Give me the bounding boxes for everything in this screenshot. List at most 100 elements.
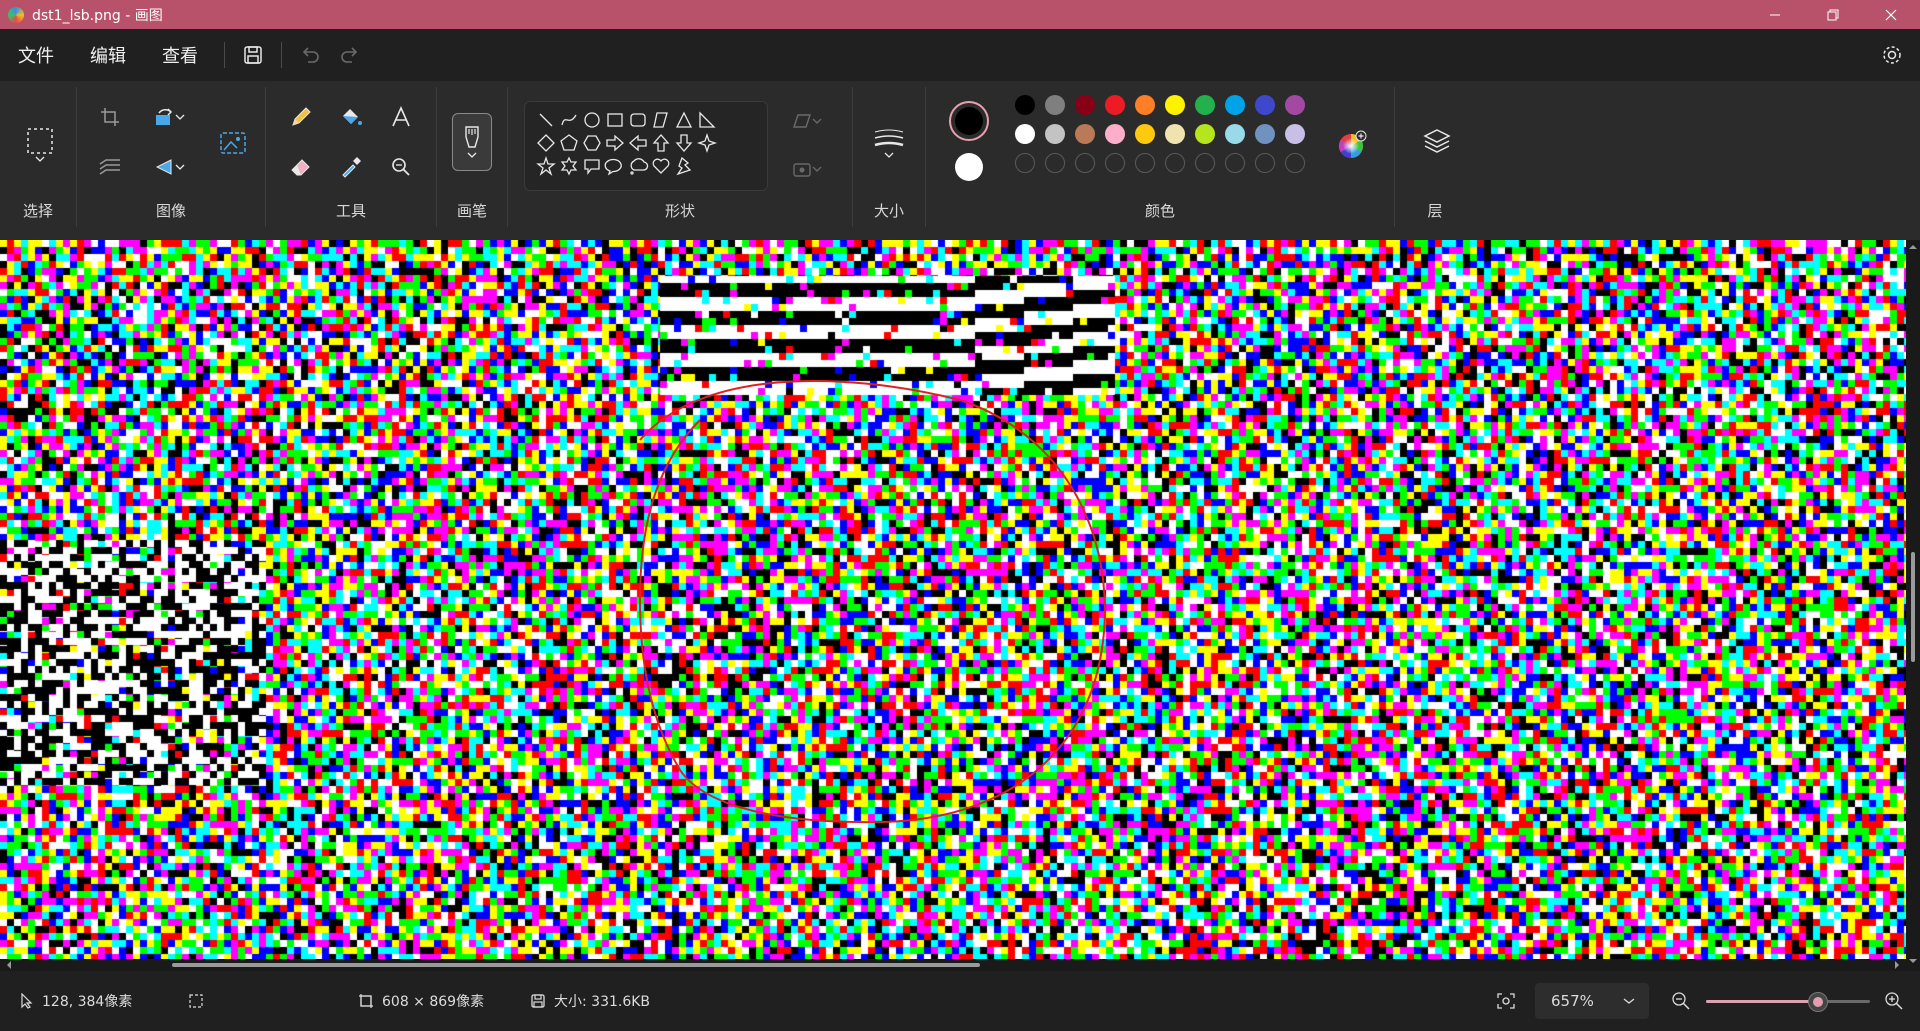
eraser-button[interactable] — [283, 149, 319, 185]
palette-swatch[interactable] — [1195, 124, 1215, 144]
fill-button[interactable] — [333, 99, 369, 135]
zoom-slider-knob[interactable] — [1808, 992, 1828, 1012]
size-button[interactable] — [867, 115, 911, 171]
palette-swatch[interactable] — [1255, 95, 1275, 115]
cloud-callout-shape-icon[interactable] — [630, 158, 649, 175]
palette-swatch[interactable] — [1165, 95, 1185, 115]
custom-color-slot[interactable] — [1195, 153, 1215, 173]
close-button[interactable] — [1862, 0, 1920, 29]
pencil-button[interactable] — [283, 99, 319, 135]
shape-outline-button[interactable] — [783, 103, 831, 139]
text-button[interactable] — [383, 99, 419, 135]
color-picker-button[interactable] — [333, 149, 369, 185]
palette-swatch[interactable] — [1225, 95, 1245, 115]
custom-color-slot[interactable] — [1135, 153, 1155, 173]
palette-swatch[interactable] — [1105, 124, 1125, 144]
left-arrow-shape-icon[interactable] — [629, 134, 647, 152]
palette-swatch[interactable] — [1015, 124, 1035, 144]
custom-color-slot[interactable] — [1225, 153, 1245, 173]
diamond-shape-icon[interactable] — [537, 134, 555, 152]
palette-swatch[interactable] — [1285, 124, 1305, 144]
image-background-button[interactable] — [213, 123, 253, 163]
six-point-star-shape-icon[interactable] — [560, 156, 578, 176]
menu-file[interactable]: 文件 — [0, 35, 72, 75]
settings-button[interactable] — [1872, 35, 1912, 75]
palette-swatch[interactable] — [1135, 124, 1155, 144]
rect-callout-shape-icon[interactable] — [584, 159, 600, 175]
canvas-viewport[interactable] — [0, 240, 1920, 971]
chevron-down-icon — [812, 166, 822, 172]
shape-fill-button[interactable] — [783, 151, 831, 187]
zoom-slider[interactable] — [1706, 992, 1870, 1012]
paint-app-window: dst1_lsb.png - 画图 文件 编辑 查看 选择 图像 工具 画笔 形… — [0, 0, 1920, 1031]
custom-color-slot[interactable] — [1015, 153, 1035, 173]
curve-shape-icon[interactable] — [561, 114, 577, 126]
custom-color-slot[interactable] — [1105, 153, 1125, 173]
redo-button[interactable] — [330, 35, 370, 75]
flip-button[interactable] — [145, 149, 193, 185]
horizontal-scroll-thumb[interactable] — [172, 963, 980, 967]
hexagon-shape-icon[interactable] — [583, 135, 601, 151]
rectangle-shape-icon[interactable] — [607, 113, 623, 127]
lightning-shape-icon[interactable] — [676, 156, 692, 176]
palette-swatch[interactable] — [1045, 95, 1065, 115]
selection-size — [188, 989, 204, 1013]
heart-shape-icon[interactable] — [652, 158, 670, 174]
rounded-rect-shape-icon[interactable] — [630, 113, 646, 127]
custom-color-slot[interactable] — [1165, 153, 1185, 173]
menu-view[interactable]: 查看 — [144, 35, 216, 75]
oval-shape-icon[interactable] — [584, 112, 600, 128]
four-point-star-shape-icon[interactable] — [696, 132, 718, 154]
crop-button[interactable] — [92, 99, 128, 135]
edit-colors-button[interactable] — [1332, 125, 1372, 165]
triangle-shape-icon[interactable] — [675, 111, 693, 128]
vertical-scroll-thumb[interactable] — [1911, 552, 1915, 662]
zoom-out-button[interactable] — [1671, 989, 1691, 1013]
magnifier-button[interactable] — [383, 149, 419, 185]
rotate-button[interactable] — [145, 99, 193, 135]
secondary-color[interactable] — [955, 153, 983, 181]
line-shape-icon[interactable] — [539, 113, 553, 127]
right-arrow-shape-icon[interactable] — [606, 134, 624, 152]
primary-color-ring[interactable] — [949, 101, 989, 141]
horizontal-scrollbar[interactable] — [0, 959, 1906, 971]
custom-color-slot[interactable] — [1075, 153, 1095, 173]
palette-swatch[interactable] — [1135, 95, 1155, 115]
brush-button[interactable] — [452, 113, 492, 171]
palette-swatch[interactable] — [1075, 95, 1095, 115]
custom-color-slot[interactable] — [1045, 153, 1065, 173]
undo-button[interactable] — [290, 35, 330, 75]
custom-color-slot[interactable] — [1255, 153, 1275, 173]
selection-tool-button[interactable] — [20, 117, 60, 173]
palette-swatch[interactable] — [1255, 124, 1275, 144]
pentagon-shape-icon[interactable] — [560, 134, 578, 151]
palette-swatch[interactable] — [1195, 95, 1215, 115]
menu-edit[interactable]: 编辑 — [72, 35, 144, 75]
palette-swatch[interactable] — [1015, 95, 1035, 115]
minimize-button[interactable] — [1746, 0, 1804, 29]
zoom-level-dropdown[interactable]: 657% — [1535, 983, 1649, 1019]
palette-swatch[interactable] — [1165, 124, 1185, 144]
image-canvas[interactable] — [0, 240, 1906, 968]
custom-color-slot[interactable] — [1285, 153, 1305, 173]
down-arrow-shape-icon[interactable] — [675, 134, 693, 152]
layers-button[interactable] — [1419, 123, 1455, 159]
right-triangle-shape-icon[interactable] — [699, 111, 716, 128]
polygon-shape-icon[interactable] — [653, 112, 668, 128]
restore-button[interactable] — [1804, 0, 1862, 29]
palette-swatch[interactable] — [1225, 124, 1245, 144]
ribbon-toolbar: 选择 图像 工具 画笔 形状 大小 颜色 层 — [0, 81, 1920, 240]
palette-swatch[interactable] — [1045, 124, 1065, 144]
resize-button[interactable] — [92, 149, 128, 185]
oval-callout-shape-icon[interactable] — [604, 158, 622, 176]
palette-swatch[interactable] — [1105, 95, 1125, 115]
five-point-star-shape-icon[interactable] — [536, 155, 556, 176]
palette-swatch[interactable] — [1285, 95, 1305, 115]
save-button[interactable] — [233, 35, 273, 75]
vertical-scrollbar[interactable] — [1906, 240, 1920, 968]
zoom-in-button[interactable] — [1884, 989, 1904, 1013]
palette-swatch[interactable] — [1075, 124, 1095, 144]
redo-icon — [341, 47, 358, 63]
up-arrow-shape-icon[interactable] — [652, 134, 670, 152]
fit-to-window-button[interactable] — [1496, 989, 1516, 1013]
